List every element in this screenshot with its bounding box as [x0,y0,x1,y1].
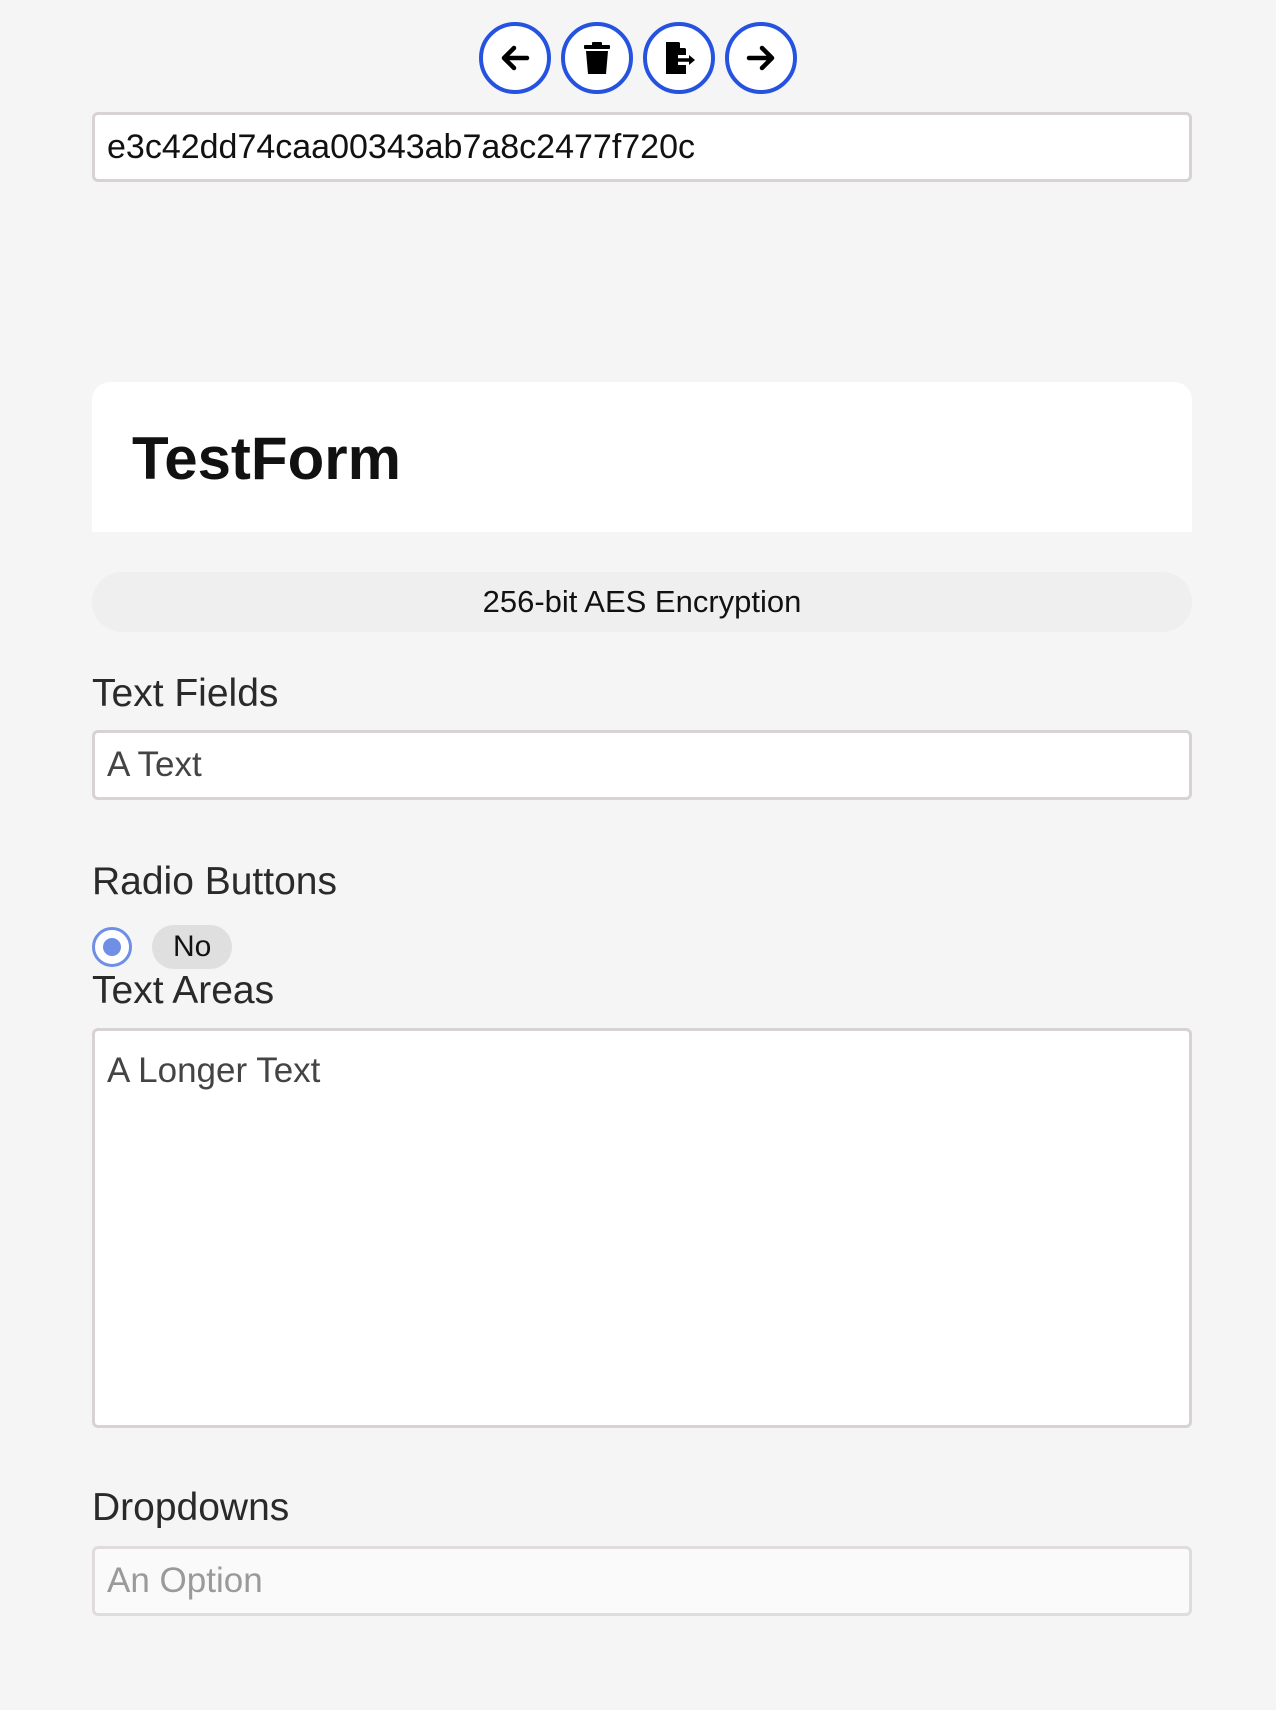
radio-buttons-label: Radio Buttons [92,860,337,903]
form-title: TestForm [132,425,401,492]
title-card: TestForm [92,382,1192,532]
arrow-right-icon [746,45,775,71]
text-areas-label: Text Areas [92,969,275,1012]
radio-label-no[interactable]: No [152,925,233,969]
radio-selected-dot [103,938,121,956]
delete-button[interactable] [561,22,633,94]
arrow-left-icon [501,45,530,71]
form-id-field[interactable] [92,112,1192,182]
file-export-icon [666,42,695,74]
toolbar [0,22,1276,94]
export-button[interactable] [643,22,715,94]
forward-button[interactable] [725,22,797,94]
trash-icon [584,42,610,74]
text-field-input[interactable] [92,730,1192,800]
text-fields-label: Text Fields [92,672,279,715]
encryption-badge: 256-bit AES Encryption [92,572,1192,632]
form-page: TestForm 256-bit AES Encryption Text Fie… [0,0,1276,1710]
dropdowns-label: Dropdowns [92,1486,290,1529]
dropdown-placeholder: An Option [107,1561,263,1600]
back-button[interactable] [479,22,551,94]
dropdown-select[interactable]: An Option [92,1546,1192,1616]
radio-button-no[interactable] [92,927,132,967]
text-area-input[interactable]: A Longer Text [92,1028,1192,1428]
radio-option-no: No [92,924,233,970]
